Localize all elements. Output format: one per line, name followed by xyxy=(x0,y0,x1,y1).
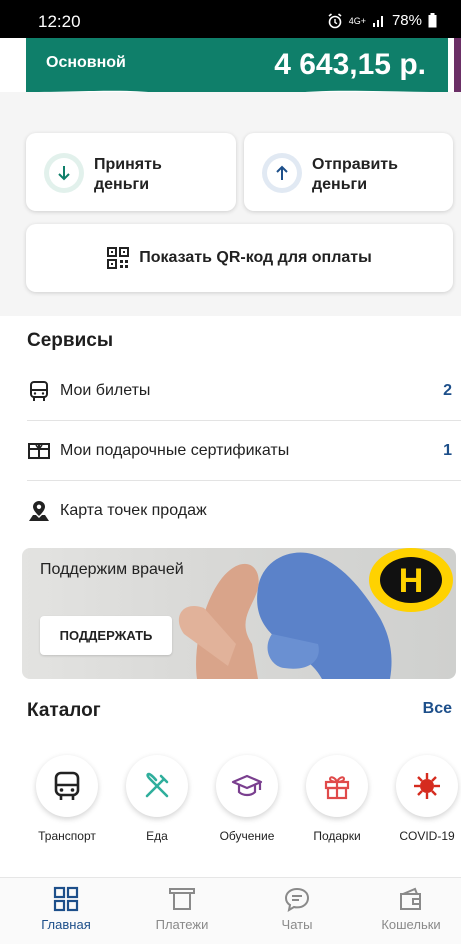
support-doctors-banner[interactable]: Н Поддержим врачей ПОДДЕРЖАТЬ xyxy=(22,548,456,679)
arrow-down-icon xyxy=(58,166,70,181)
catalog-item-label: COVID-19 xyxy=(399,829,455,843)
catalog-icon-circle xyxy=(126,755,188,817)
status-time: 12:20 xyxy=(38,12,81,31)
status-bar: 12:20 4G+ 78% xyxy=(0,0,461,38)
receive-money-button[interactable]: Принять деньги xyxy=(26,133,236,211)
arrow-up-icon xyxy=(276,165,288,180)
status-icons: 4G+ 78% xyxy=(327,12,437,29)
show-qr-label: Показать QR-код для оплаты xyxy=(139,249,372,266)
send-money-label: Отправить деньги xyxy=(312,156,398,193)
network-type: 4G+ xyxy=(348,15,366,26)
certificate-icon xyxy=(27,439,51,463)
nav-tab-chats[interactable]: Чаты xyxy=(252,886,342,932)
show-qr-button[interactable]: Показать QR-код для оплаты xyxy=(26,224,453,292)
service-label: Карта точек продаж xyxy=(60,502,207,519)
map-pin-icon xyxy=(27,499,51,523)
service-label: Мои подарочные сертификаты xyxy=(60,442,290,459)
catalog-item-label: Обучение xyxy=(219,829,275,843)
nav-label: Кошельки xyxy=(381,917,441,932)
catalog-item-label: Транспорт xyxy=(38,829,96,843)
catalog-icon-circle xyxy=(216,755,278,817)
bus-icon xyxy=(27,379,51,403)
nav-tab-home[interactable]: Главная xyxy=(21,886,111,932)
receive-icon-circle xyxy=(44,153,84,193)
catalog-item-label: Подарки xyxy=(313,829,361,843)
nav-label: Главная xyxy=(41,917,91,932)
qr-code-icon xyxy=(107,247,130,269)
catalog-item-gifts[interactable]: Подарки xyxy=(295,755,379,843)
service-item-map[interactable]: Карта точек продаж xyxy=(27,481,452,541)
service-label: Мои билеты xyxy=(60,382,151,399)
catalog-item-food[interactable]: Еда xyxy=(115,755,199,843)
service-item-certificates[interactable]: Мои подарочные сертификаты 1 xyxy=(27,421,452,481)
wallet-name: Основной xyxy=(46,54,126,71)
nav-label: Чаты xyxy=(281,917,313,932)
catalog-icon-circle xyxy=(36,755,98,817)
catalog-item-label: Еда xyxy=(146,829,168,843)
wallet-balance: 4 643,15 р. xyxy=(274,48,426,81)
fork-knife-icon xyxy=(145,772,169,798)
catalog-icon-circle xyxy=(306,755,368,817)
catalog-icon-circle xyxy=(396,755,458,817)
alarm-icon xyxy=(328,12,342,28)
banner-logo-letter: Н xyxy=(399,562,424,600)
send-icon-circle xyxy=(262,153,302,193)
virus-icon xyxy=(414,773,440,799)
catalog-all-link[interactable]: Все xyxy=(423,700,452,718)
gift-icon xyxy=(324,776,350,800)
next-wallet-peek[interactable] xyxy=(454,38,461,92)
service-item-tickets[interactable]: Мои билеты 2 xyxy=(27,361,452,421)
catalog-title: Каталог xyxy=(27,700,101,721)
grid-icon xyxy=(53,886,79,912)
payments-icon xyxy=(169,888,195,910)
graduation-cap-icon xyxy=(231,774,263,797)
signal-icon xyxy=(372,15,383,27)
catalog-item-education[interactable]: Обучение xyxy=(205,755,289,843)
receive-money-label: Принять деньги xyxy=(94,156,162,193)
battery-percent: 78% xyxy=(391,12,422,29)
wallet-icon xyxy=(400,887,421,910)
nav-label: Платежи xyxy=(155,917,209,932)
battery-icon xyxy=(428,13,437,28)
service-count: 1 xyxy=(443,442,452,459)
bottom-nav: Главная Платежи Чаты Кошельки xyxy=(0,877,461,944)
bus-icon xyxy=(54,771,80,800)
nav-tab-wallets[interactable]: Кошельки xyxy=(366,886,456,932)
catalog-item-transport[interactable]: Транспорт xyxy=(25,755,109,843)
send-money-button[interactable]: Отправить деньги xyxy=(244,133,453,211)
nav-tab-payments[interactable]: Платежи xyxy=(137,886,227,932)
service-count: 2 xyxy=(443,382,452,399)
support-button[interactable]: ПОДДЕРЖАТЬ xyxy=(40,616,172,655)
chat-icon xyxy=(284,887,310,912)
catalog-item-covid[interactable]: COVID-19 xyxy=(385,755,461,843)
services-title: Сервисы xyxy=(27,330,114,351)
banner-text: Поддержим врачей xyxy=(40,561,184,578)
